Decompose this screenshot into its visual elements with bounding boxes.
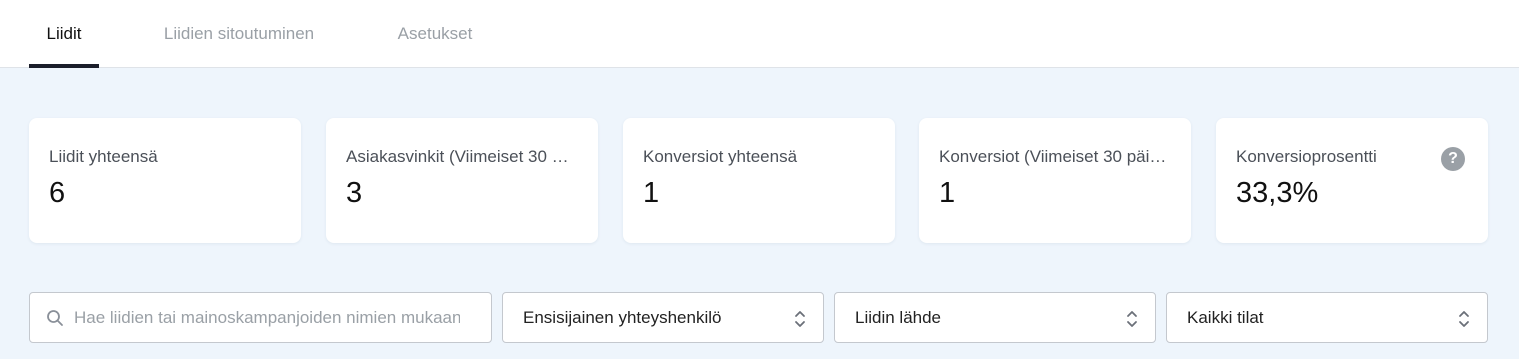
stat-card-conversion-rate: Konversioprosentti 33,3% ? bbox=[1216, 118, 1488, 243]
status-select[interactable]: Kaikki tilat bbox=[1166, 292, 1488, 343]
search-icon bbox=[47, 310, 63, 326]
chevron-up-down-icon bbox=[1127, 311, 1137, 327]
stat-value: 1 bbox=[643, 177, 660, 209]
primary-contact-select[interactable]: Ensisijainen yhteyshenkilö bbox=[502, 292, 824, 343]
select-value: Liidin lähde bbox=[855, 308, 942, 327]
lead-source-select[interactable]: Liidin lähde bbox=[834, 292, 1156, 343]
stat-label: Konversiot (Viimeiset 30 päivää) bbox=[939, 147, 1171, 166]
chevron-up-down-icon bbox=[795, 311, 805, 327]
stat-value: 1 bbox=[939, 177, 956, 209]
stats-cards: Liidit yhteensä 6 Asiakasvinkit (Viimeis… bbox=[29, 118, 1489, 243]
stat-label: Asiakasvinkit (Viimeiset 30 päivää) bbox=[346, 147, 578, 166]
stat-card-conversions-30-days: Konversiot (Viimeiset 30 päivää) 1 bbox=[919, 118, 1191, 243]
stat-value: 6 bbox=[49, 177, 66, 209]
filter-bar: Ensisijainen yhteyshenkilö Liidin lähde … bbox=[29, 292, 1489, 343]
help-icon[interactable]: ? bbox=[1441, 147, 1465, 171]
stat-card-customer-referrals: Asiakasvinkit (Viimeiset 30 päivää) 3 bbox=[326, 118, 598, 243]
active-tab-indicator bbox=[29, 64, 99, 68]
stat-label: Konversiot yhteensä bbox=[643, 147, 798, 166]
select-value: Ensisijainen yhteyshenkilö bbox=[523, 308, 722, 327]
chevron-up-down-icon bbox=[1459, 311, 1469, 327]
tab-bar: Liidit Liidien sitoutuminen Asetukset bbox=[0, 0, 1519, 68]
stat-value: 33,3% bbox=[1236, 177, 1319, 209]
tab-settings[interactable]: Asetukset bbox=[383, 0, 487, 68]
stat-value: 3 bbox=[346, 177, 363, 209]
tab-leads[interactable]: Liidit bbox=[29, 0, 99, 68]
tab-lead-engagement[interactable]: Liidien sitoutuminen bbox=[145, 0, 333, 68]
stat-label: Konversioprosentti bbox=[1236, 147, 1377, 166]
select-value: Kaikki tilat bbox=[1187, 308, 1264, 327]
search-box[interactable] bbox=[29, 292, 492, 343]
stat-card-total-conversions: Konversiot yhteensä 1 bbox=[623, 118, 895, 243]
stat-card-total-leads: Liidit yhteensä 6 bbox=[29, 118, 301, 243]
stat-label: Liidit yhteensä bbox=[49, 147, 158, 166]
search-input[interactable] bbox=[74, 305, 460, 331]
